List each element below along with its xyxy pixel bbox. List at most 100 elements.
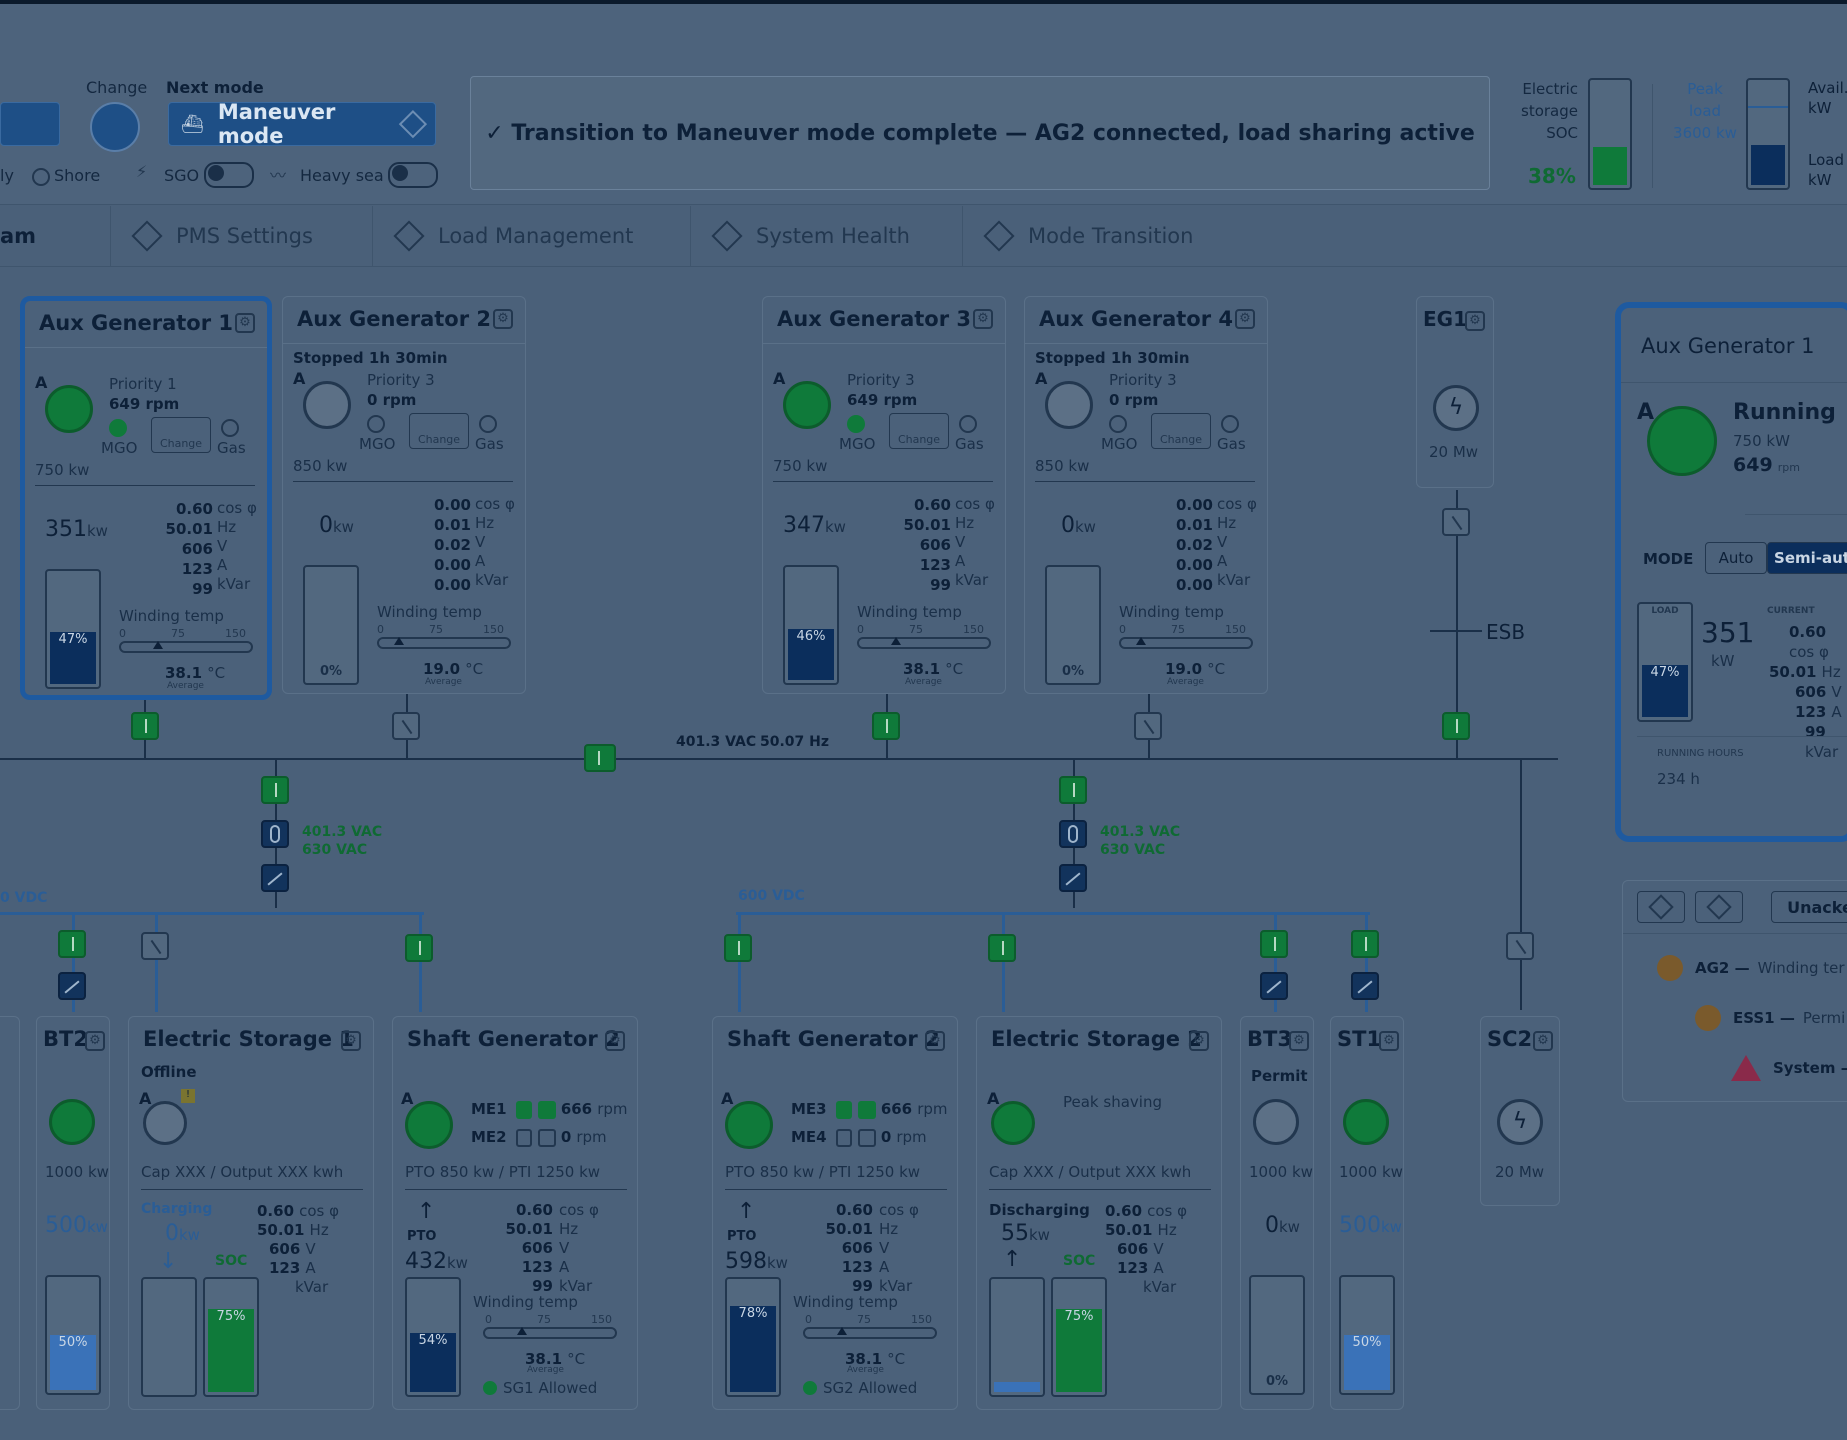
average-label: Average [905,677,942,687]
gear-icon[interactable]: ⚙ [1533,1031,1553,1051]
aux-generator-2-card[interactable]: Aux Generator 2 ⚙ Stopped 1h 30min A Pri… [282,296,526,694]
bt2-card[interactable]: BT2 ⚙ 1000 kw 500kw 50% [36,1016,110,1410]
change-mode-button[interactable] [90,102,140,152]
peak-marker [1748,106,1788,108]
breaker-bt3[interactable] [1260,930,1288,958]
aux-generator-1-card[interactable]: Aux Generator 1 ⚙ A Priority 1 649 rpm M… [20,296,272,700]
auto-flag: A [773,369,786,388]
mgo-radio[interactable] [1109,415,1127,433]
breaker-ag4[interactable] [1134,712,1162,740]
breaker-ag1[interactable] [131,712,159,740]
gear-icon[interactable]: ⚙ [235,313,255,333]
switch-es1[interactable] [141,932,169,960]
reading-units: cos φ Hz V A kVar [217,499,257,593]
temp-scale [857,637,991,649]
gear-icon[interactable]: ⚙ [925,1031,945,1051]
mgo-label: MGO [1101,435,1138,453]
detail-state: Running [1733,400,1836,425]
tab-load-management[interactable]: Load Management [372,206,691,266]
pto-rating: PTO 850 kw / PTI 1250 kw [405,1163,601,1181]
gear-icon[interactable]: ⚙ [1235,309,1255,329]
switch-esb[interactable] [1442,508,1470,536]
tab-diagram[interactable]: am [0,206,111,266]
breaker-ag2[interactable] [392,712,420,740]
breaker-sg-b[interactable] [724,934,752,962]
bus-tie-breaker[interactable] [584,744,616,772]
gear-icon[interactable]: ⚙ [1465,311,1485,331]
gas-radio[interactable] [1221,415,1239,433]
es1-title: Electric Storage 1 [143,1027,354,1051]
filter-button[interactable] [1695,891,1743,923]
tab-system-health[interactable]: System Health [690,206,963,266]
breaker-xfmr-left[interactable] [261,776,289,804]
sc2-card[interactable]: SC2 ⚙ ϟ 20 Mw [1480,1016,1560,1206]
next-mode-button[interactable]: ⛴ Maneuver mode [168,100,436,148]
shaft-generator-card[interactable]: Shaft Generator 2 ⚙ A ME1 666 rpm ME2 0 … [392,1016,638,1410]
filter-button[interactable] [1637,891,1685,923]
gear-icon[interactable]: ⚙ [85,1031,105,1051]
mgo-radio[interactable] [367,415,385,433]
scale-tick: 0 [377,623,384,636]
breaker-eg1[interactable] [1442,712,1470,740]
fuel-change-button[interactable]: Change [1151,413,1211,449]
gas-label: Gas [1217,435,1246,453]
shaft-generator-card[interactable]: Shaft Generator 2 ⚙ A ME3 666 rpm ME4 0 … [712,1016,958,1410]
mode-semi-auto-button[interactable]: Semi-aut [1767,542,1847,574]
mode-auto-button[interactable]: Auto [1705,542,1767,574]
breaker-ag3[interactable] [872,712,900,740]
breaker-st1[interactable] [1351,930,1379,958]
fuel-change-button[interactable]: Change [409,413,469,449]
pto-rating: PTO 850 kw / PTI 1250 kw [725,1163,921,1181]
switch-sc2[interactable] [1506,932,1534,960]
gear-icon[interactable]: ⚙ [341,1031,361,1051]
es1-card[interactable]: Electric Storage 1 ⚙ Offline A ! Cap XXX… [128,1016,374,1410]
diamond-icon [983,220,1015,252]
aux-generator-4-card[interactable]: Aux Generator 4 ⚙ Stopped 1h 30min A Pri… [1024,296,1268,694]
gear-icon[interactable]: ⚙ [1289,1031,1309,1051]
breaker-es2[interactable] [988,934,1016,962]
bt3-status: Permit [1251,1067,1308,1085]
arrow-up-icon: ↑ [737,1199,756,1224]
gas-label: Gas [217,439,246,457]
gear-icon[interactable]: ⚙ [1379,1031,1399,1051]
gear-icon[interactable]: ⚙ [1189,1031,1209,1051]
divider [725,1189,947,1190]
gas-label: Gas [475,435,504,453]
tab-mode-transition[interactable]: Mode Transition [962,206,1262,266]
scale-tick: 0 [1119,623,1126,636]
gas-radio[interactable] [479,415,497,433]
es2-card[interactable]: Electric Storage 2 ⚙ A Peak shaving Cap … [976,1016,1222,1410]
eg1-card[interactable]: EG1 ⚙ ϟ 20 Mw [1416,296,1494,488]
gas-radio[interactable] [221,419,239,437]
bt3-card[interactable]: BT3 ⚙ Permit 1000 kw 0kw 0% [1240,1016,1314,1410]
divider [405,1189,627,1190]
breaker-sg-a[interactable] [405,934,433,962]
scale-tick: 150 [225,627,246,640]
scale-tick: 150 [911,1313,932,1326]
rpm-value: 0 rpm [367,391,417,409]
winding-temp-label: Winding temp [857,603,962,621]
gear-icon[interactable]: ⚙ [493,309,513,329]
electrical-readings: 0.00 0.01 0.02 0.00 0.00 [1175,496,1213,594]
aux-generator-3-card[interactable]: Aux Generator 3 ⚙ A Priority 3 649 rpm M… [762,296,1006,694]
sgo-toggle[interactable] [204,162,254,188]
heavy-sea-toggle[interactable] [388,162,438,188]
tab-pms-settings[interactable]: PMS Settings [110,206,373,266]
alarm-item[interactable]: System — [1731,1055,1847,1081]
gear-icon[interactable]: ⚙ [973,309,993,329]
fuel-change-button[interactable]: Change [889,413,949,449]
gas-radio[interactable] [959,415,977,433]
breaker-xfmr-right[interactable] [1059,776,1087,804]
alarm-item[interactable]: ESS1 — Permi [1695,1005,1845,1031]
shore-radio[interactable] [32,168,50,186]
gear-icon[interactable]: ⚙ [605,1031,625,1051]
breaker-bt2[interactable] [58,930,86,958]
mgo-radio[interactable] [109,419,127,437]
st1-card[interactable]: ST1 ⚙ 1000 kw 500kw 50% [1330,1016,1404,1410]
alarm-item[interactable]: AG2 — Winding ter [1657,955,1845,981]
fuel-change-button[interactable]: Change [151,417,211,453]
mgo-radio[interactable] [847,415,865,433]
current-mode-button[interactable] [0,102,60,146]
unacknowledged-button[interactable]: Unacke [1771,891,1847,923]
temp-value: 38.1 °C [903,660,964,678]
